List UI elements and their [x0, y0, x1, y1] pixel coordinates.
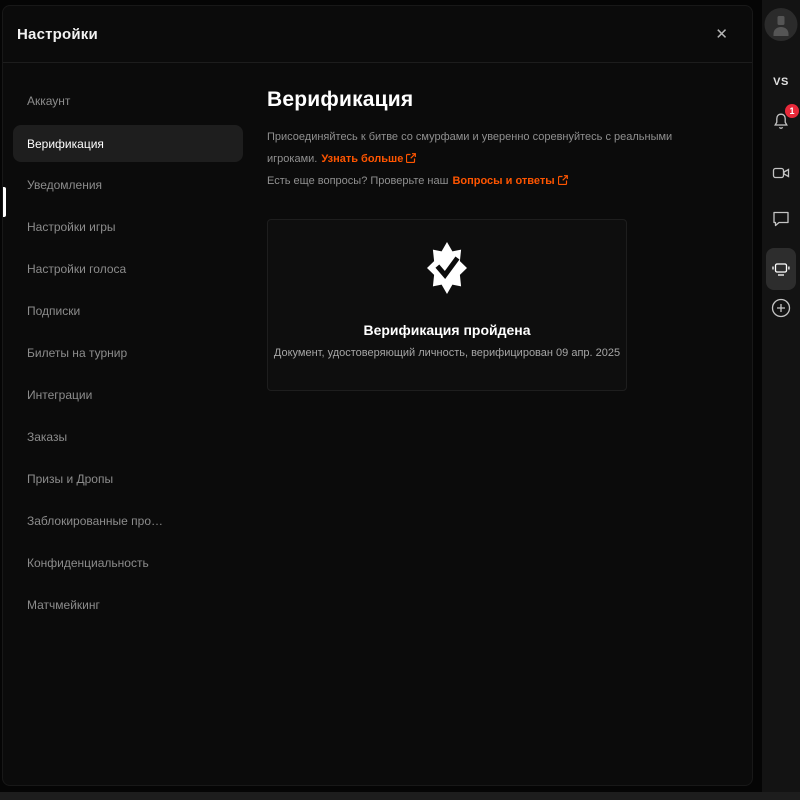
learn-more-link[interactable]: Узнать больше: [321, 153, 416, 165]
notification-count-badge: 1: [785, 104, 799, 118]
sidebar-item-privacy[interactable]: Конфиденциальность: [13, 542, 243, 584]
faq-text: Есть еще вопросы? Проверьте наш: [267, 175, 448, 187]
close-button[interactable]: ✕: [707, 21, 736, 48]
sidebar-item-game-settings[interactable]: Настройки игры: [13, 206, 243, 248]
modal-title: Настройки: [17, 26, 98, 43]
close-icon: ✕: [715, 26, 728, 43]
notifications-button[interactable]: 1: [768, 108, 794, 134]
live-watch-icon: [771, 259, 791, 279]
external-link-icon: [558, 175, 568, 185]
sidebar-item-blocked-profiles[interactable]: Заблокированные про…: [13, 500, 243, 542]
page-title: Верификация: [267, 88, 732, 112]
sidebar-item-notifications[interactable]: Уведомления: [13, 164, 243, 206]
settings-sidebar: Аккаунт Верификация Уведомления Настройк…: [3, 63, 253, 785]
verification-status-subtitle: Документ, удостоверяющий личность, вериф…: [274, 347, 620, 359]
modal-body: Аккаунт Верификация Уведомления Настройк…: [3, 63, 752, 785]
vs-label: VS: [773, 76, 789, 88]
sidebar-item-voice-settings[interactable]: Настройки голоса: [13, 248, 243, 290]
settings-modal: Настройки ✕ Аккаунт Верификация Уведомле…: [2, 5, 753, 786]
sidebar-item-subscriptions[interactable]: Подписки: [13, 290, 243, 332]
plus-circle-icon: [770, 297, 792, 319]
avatar[interactable]: [765, 8, 798, 41]
modal-header: Настройки ✕: [3, 6, 752, 63]
create-party-button[interactable]: [768, 295, 794, 321]
external-link-icon: [406, 153, 416, 163]
sidebar-item-verification[interactable]: Верификация: [13, 125, 243, 162]
sidebar-item-account[interactable]: Аккаунт: [13, 80, 243, 122]
faq-link[interactable]: Вопросы и ответы: [452, 175, 567, 187]
sidebar-item-orders[interactable]: Заказы: [13, 416, 243, 458]
video-camera-icon: [771, 163, 791, 183]
verification-status-card: Верификация пройдена Документ, удостовер…: [267, 219, 627, 391]
taskbar-strip: [0, 792, 800, 800]
sidebar-item-matchmaking[interactable]: Матчмейкинг: [13, 584, 243, 626]
chat-button[interactable]: [768, 205, 794, 231]
right-toolbar: VS 1: [762, 0, 800, 792]
chat-bubble-icon: [771, 208, 791, 228]
verification-section: Верификация Присоединяйтесь к битве со с…: [253, 63, 752, 785]
watch-button-active[interactable]: [766, 248, 796, 290]
intro-text-block: Присоединяйтесь к битве со смурфами и ув…: [267, 126, 732, 192]
streams-button[interactable]: [768, 160, 794, 186]
verified-badge-icon: [423, 240, 471, 296]
person-icon: [765, 8, 798, 41]
sidebar-item-prizes-drops[interactable]: Призы и Дропы: [13, 458, 243, 500]
verification-status-title: Верификация пройдена: [363, 322, 530, 338]
sidebar-item-tournament-tickets[interactable]: Билеты на турнир: [13, 332, 243, 374]
sidebar-item-integrations[interactable]: Интеграции: [13, 374, 243, 416]
active-item-indicator: [3, 187, 6, 217]
